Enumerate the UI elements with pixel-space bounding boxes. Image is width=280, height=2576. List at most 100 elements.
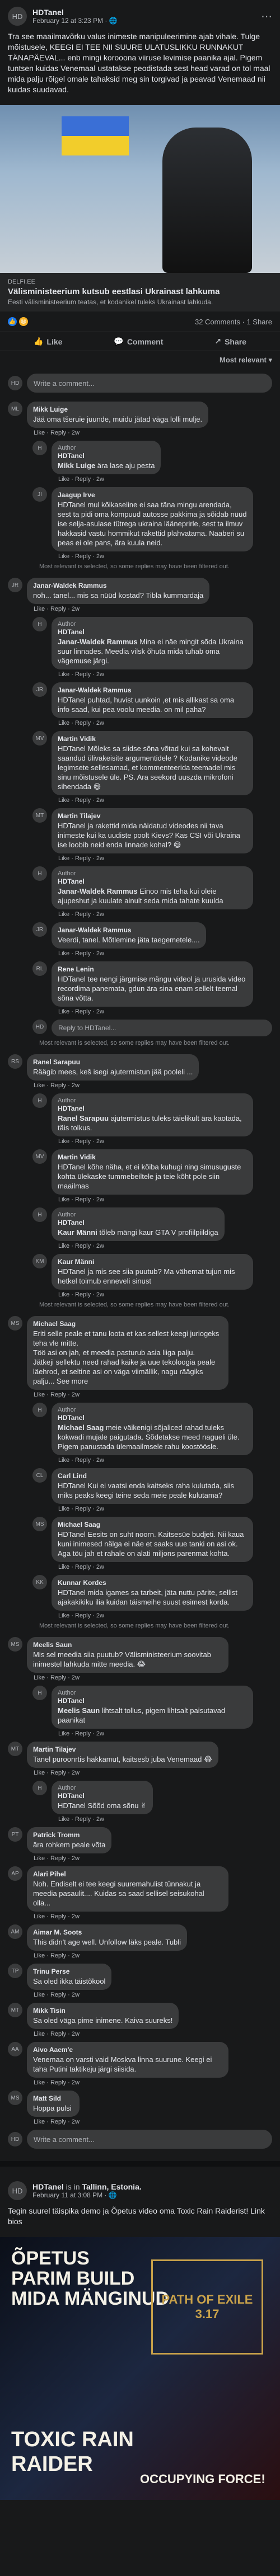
post-2-media[interactable]: ÕPETUS PARIM BUILD MIDA MÄNGINUD PATH OF…	[0, 2237, 280, 2500]
comment-actions[interactable]: Like · Reply · 2w	[58, 720, 253, 726]
post-time[interactable]: February 12 at 3:23 PM · 🌐	[32, 17, 118, 25]
comment-mention[interactable]: Mikk Luige	[58, 461, 95, 470]
comment-author[interactable]: Janar-Waldek Rammus	[58, 686, 247, 694]
comment-actions[interactable]: Like · Reply · 2w	[58, 553, 253, 560]
comment-actions[interactable]: Like · Reply · 2w	[58, 1612, 253, 1619]
commenter-avatar[interactable]: ML	[8, 402, 22, 416]
comment-author[interactable]: Ranel Sarapuu	[33, 1058, 193, 1066]
link-image[interactable]	[0, 105, 280, 273]
comment-author[interactable]: HDTanel	[58, 1219, 218, 1226]
post-2-location[interactable]: Tallinn, Estonia.	[82, 2182, 141, 2191]
comment-author[interactable]: Carl Lind	[58, 1472, 247, 1480]
post-2-time[interactable]: February 11 at 3:08 PM · 🌐	[32, 2191, 142, 2199]
commenter-avatar[interactable]: AA	[8, 2042, 22, 2056]
reply-input[interactable]: Reply to HDTanel...	[52, 1020, 272, 1036]
comment-author[interactable]: HDTanel	[58, 1792, 147, 1800]
commenter-avatar[interactable]: MS	[8, 1637, 22, 1652]
commenter-avatar[interactable]: JI	[32, 487, 47, 502]
commenter-avatar[interactable]: RL	[32, 961, 47, 976]
commenter-avatar[interactable]: MS	[8, 2091, 22, 2105]
comment-actions[interactable]: Like · Reply · 2w	[58, 1243, 225, 1249]
commenter-avatar[interactable]: JR	[8, 578, 22, 592]
comment-mention[interactable]: Janar-Waldek Rammus	[58, 887, 138, 895]
commenter-avatar[interactable]: H	[32, 1686, 47, 1700]
comment-actions[interactable]: Like · Reply · 2w	[34, 1770, 218, 1776]
author-avatar[interactable]: HD	[8, 7, 27, 26]
commenter-avatar[interactable]: KM	[32, 1254, 47, 1268]
commenter-avatar[interactable]: MS	[8, 1316, 22, 1331]
comment-author[interactable]: HDTanel	[58, 1105, 247, 1112]
comment-actions[interactable]: Like · Reply · 2w	[34, 1992, 111, 1998]
comment-actions[interactable]: Like · Reply · 2w	[58, 1196, 253, 1203]
comment-actions[interactable]: Like · Reply · 2w	[58, 797, 253, 804]
comment-author[interactable]: Janar-Waldek Rammus	[33, 582, 203, 589]
comments-count[interactable]: 32 Comments	[195, 318, 240, 326]
comment-actions[interactable]: Like · Reply · 2w	[34, 606, 209, 612]
share-button[interactable]: ↗ Share	[214, 337, 246, 346]
comment-author[interactable]: HDTanel	[58, 628, 247, 636]
comment-author[interactable]: Mikk Tisin	[33, 2007, 172, 2014]
comment-mention[interactable]: Ranel Sarapuu	[58, 1114, 109, 1122]
comment-actions[interactable]: Like · Reply · 2w	[58, 476, 161, 483]
commenter-avatar[interactable]: MV	[32, 731, 47, 746]
comment-actions[interactable]: Like · Reply · 2w	[34, 2079, 228, 2086]
comment-actions[interactable]: Like · Reply · 2w	[34, 1952, 187, 1959]
comment-actions[interactable]: Like · Reply · 2w	[58, 671, 253, 678]
commenter-avatar[interactable]: JR	[32, 922, 47, 937]
comment-author[interactable]: Martin Tilajev	[33, 1745, 212, 1753]
comment-author[interactable]: Aimar M. Soots	[33, 1928, 181, 1936]
comment-actions[interactable]: Like · Reply · 2w	[58, 1457, 253, 1464]
author-avatar[interactable]: HD	[8, 2181, 27, 2200]
comment-author[interactable]: Trinu Perse	[33, 1968, 105, 1975]
comment-actions[interactable]: Like · Reply · 2w	[58, 855, 253, 862]
comment-actions[interactable]: Like · Reply · 2w	[34, 1855, 111, 1862]
bottom-comment-input[interactable]: Write a comment...	[27, 2130, 272, 2149]
commenter-avatar[interactable]: TP	[8, 1964, 22, 1978]
comment-author[interactable]: HDTanel	[58, 877, 247, 885]
commenter-avatar[interactable]: H	[32, 441, 47, 455]
comment-author[interactable]: HDTanel	[58, 1697, 247, 1705]
commenter-avatar[interactable]: CL	[32, 1468, 47, 1483]
comment-button[interactable]: 💬 Comment	[114, 337, 163, 346]
commenter-avatar[interactable]: AP	[8, 1866, 22, 1881]
comment-author[interactable]: Aivo Aaem'e	[33, 2046, 222, 2054]
author-name[interactable]: HDTanel	[32, 8, 118, 17]
comment-actions[interactable]: Like · Reply · 2w	[34, 1082, 199, 1089]
comment-mention[interactable]: Kaur Männi	[58, 1228, 97, 1237]
comment-actions[interactable]: Like · Reply · 2w	[58, 1291, 253, 1298]
comment-mention[interactable]: Janar-Waldek Rammus	[58, 638, 138, 646]
comment-actions[interactable]: Like · Reply · 2w	[34, 1391, 228, 1398]
commenter-avatar[interactable]: H	[32, 617, 47, 631]
comment-author[interactable]: Matt Sild	[33, 2094, 73, 2102]
commenter-avatar[interactable]: H	[32, 1403, 47, 1417]
comment-actions[interactable]: Like · Reply · 2w	[58, 1564, 253, 1570]
post-2-author[interactable]: HDTanel	[32, 2182, 64, 2191]
commenter-avatar[interactable]: H	[32, 1781, 47, 1795]
comment-actions[interactable]: Like · Reply · 2w	[34, 2119, 80, 2125]
commenter-avatar[interactable]: MT	[8, 2003, 22, 2017]
comment-mention[interactable]: Michael Saag	[58, 1423, 104, 1432]
comment-author[interactable]: Martin Vidik	[58, 1153, 247, 1161]
commenter-avatar[interactable]: H	[32, 1207, 47, 1222]
commenter-avatar[interactable]: AM	[8, 1924, 22, 1939]
game-banner-image[interactable]: ÕPETUS PARIM BUILD MIDA MÄNGINUD PATH OF…	[0, 2237, 280, 2500]
comment-actions[interactable]: Like · Reply · 2w	[34, 2031, 179, 2037]
commenter-avatar[interactable]: MV	[32, 1149, 47, 1164]
link-card[interactable]: DELFI.EE Välisministeerium kutsub eestla…	[0, 273, 280, 312]
comment-author[interactable]: HDTanel	[58, 1414, 247, 1422]
comment-author[interactable]: Mikk Luige	[33, 405, 202, 413]
comment-author[interactable]: Kunnar Kordes	[58, 1579, 247, 1587]
commenter-avatar[interactable]: RS	[8, 1054, 22, 1069]
comment-author[interactable]: Jaagup Irve	[58, 491, 247, 499]
comment-actions[interactable]: Like · Reply · 2w	[34, 430, 208, 436]
comment-actions[interactable]: Like · Reply · 2w	[34, 1913, 228, 1920]
commenter-avatar[interactable]: H	[32, 1093, 47, 1108]
comment-author[interactable]: Alari Pihel	[33, 1870, 222, 1878]
more-options-icon[interactable]: ⋯	[261, 10, 272, 23]
comment-actions[interactable]: Like · Reply · 2w	[58, 1816, 153, 1823]
shares-count[interactable]: 1 Share	[246, 318, 272, 326]
comment-author[interactable]: Rene Lenin	[58, 965, 247, 973]
sort-comments[interactable]: Most relevant ▾	[0, 351, 280, 369]
comment-input[interactable]: Write a comment...	[27, 374, 272, 393]
comment-actions[interactable]: Like · Reply · 2w	[58, 1506, 253, 1512]
